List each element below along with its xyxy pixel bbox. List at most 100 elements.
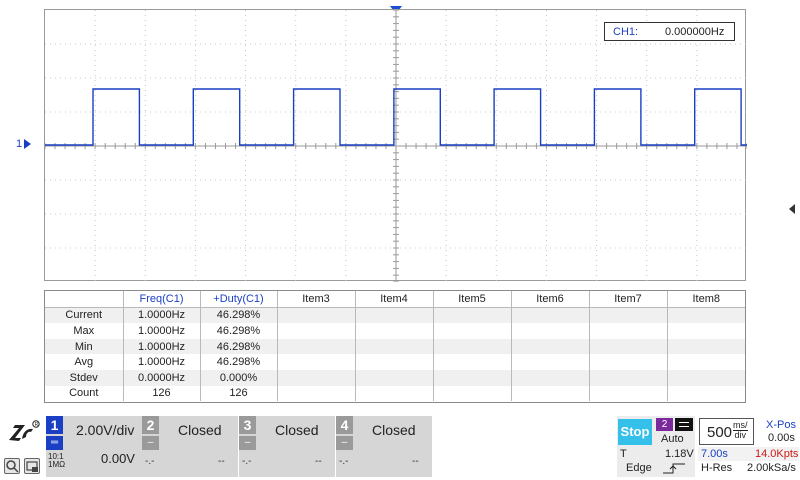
frequency-readout-value: 0.000000Hz [665,25,725,38]
trigger-mode: Auto [661,433,684,445]
empty-cell [510,338,589,355]
memory-depth: 14.0Kpts [755,448,799,460]
empty-cell [666,323,745,339]
xpos-value: 0.00s [768,432,795,444]
freq-value: 0.0000Hz [122,369,200,386]
trigger-panel[interactable]: Stop 2 Auto T 1.18V Edge [617,416,695,477]
ch3-status: Closed [275,422,319,438]
rising-edge-icon [663,463,685,474]
empty-cell [588,307,667,324]
ch1-offset: 0.00V [101,451,135,466]
empty-cell [666,369,745,386]
measurement-header-corner [45,291,123,308]
frequency-readout: CH1: 0.000000Hz [604,22,735,41]
empty-cell [666,385,745,402]
ch1-panel[interactable]: 1 ═ 2.00V/div 0.00V 10:1 1MΩ [46,416,142,477]
empty-cell [588,385,667,402]
svg-text:R: R [35,422,39,428]
measurement-table: Freq(C1) +Duty(C1) Item3 Item4 Item5 Ite… [44,290,746,403]
trigger-type: Edge [626,462,652,474]
empty-cell [510,307,589,324]
timebase-unit: ms/ div [733,421,748,440]
empty-cell [354,385,433,402]
zlg-logo-icon: R [9,420,40,441]
empty-cell [432,307,511,324]
measurement-header-duty[interactable]: +Duty(C1) [199,291,277,308]
measurement-header-item3[interactable]: Item3 [276,291,355,308]
empty-cell [354,323,433,339]
measurement-header-item6[interactable]: Item6 [510,291,589,308]
empty-cell [276,323,355,339]
timebase-scale: 500 [707,424,733,441]
empty-cell [588,338,667,355]
empty-cell [588,323,667,339]
ch2-status: Closed [178,422,222,438]
side-menu-arrow-icon[interactable] [789,204,795,214]
ch4-panel[interactable]: 4 – Closed -.- -- [336,416,432,477]
trigger-coupling-icon [675,418,693,431]
row-label: Max [73,324,95,337]
empty-cell [510,354,589,370]
empty-cell [588,354,667,370]
ch2-dash-left: -.- [145,456,155,467]
ch1-coupling-icon: ═ [46,436,63,450]
ch2-panel[interactable]: 2 – Closed -.- -- [142,416,238,477]
table-row: Stdev 0.0000Hz 0.000% [45,369,745,386]
frequency-readout-label: CH1: [613,25,639,38]
ch4-coupling-icon: – [336,436,353,450]
empty-cell [666,354,745,370]
empty-cell [432,354,511,370]
empty-cell [354,369,433,386]
empty-cell [432,323,511,339]
time-window: 7.00s [701,448,728,460]
empty-cell [276,354,355,370]
empty-cell [510,385,589,402]
timebase-scale-box[interactable]: 500 ms/ div [699,418,754,445]
ch4-number: 4 [336,416,353,434]
empty-cell [432,338,511,355]
duty-value: 46.298% [199,354,277,370]
zoom-icon[interactable] [4,458,20,474]
screenshot-icon[interactable] [24,458,40,474]
measurement-header-item8[interactable]: Item8 [666,291,745,308]
freq-value: 1.0000Hz [122,338,200,355]
ch1-number: 1 [46,416,63,434]
freq-value: 126 [122,385,200,402]
waveform-grid [45,10,747,282]
measurement-header-item7[interactable]: Item7 [588,291,667,308]
empty-cell [588,369,667,386]
duty-value: 0.000% [199,369,277,386]
empty-cell [276,307,355,324]
empty-cell [510,369,589,386]
measurement-header-item5[interactable]: Item5 [432,291,511,308]
ch3-panel[interactable]: 3 – Closed -.- -- [239,416,335,477]
table-row: Min 1.0000Hz 46.298% [45,338,745,355]
sample-rate: 2.00kSa/s [747,462,796,474]
ch1-scale: 2.00V/div [76,422,135,438]
empty-cell [276,338,355,355]
xpos-label: X-Pos [766,419,796,431]
table-row: Count 126 126 [45,385,745,402]
measurement-header-item4[interactable]: Item4 [354,291,433,308]
ch3-dash-right: -- [315,456,322,467]
ch1-level-marker[interactable]: 1 [16,138,32,150]
timebase-panel[interactable]: 500 ms/ div X-Pos 0.00s 7.00s 14.0Kpts H… [697,416,800,477]
ch1-impedance: 1MΩ [48,460,66,469]
measurement-header-freq[interactable]: Freq(C1) [122,291,200,308]
trigger-t-label: T [620,448,627,460]
empty-cell [276,385,355,402]
row-label: Min [45,338,123,355]
run-stop-button[interactable]: Stop [618,419,652,445]
ch3-coupling-icon: – [239,436,256,450]
acquisition-mode: H-Res [701,462,733,474]
row-label: Count [69,387,99,400]
table-row: Avg 1.0000Hz 46.298% [45,354,745,370]
freq-value: 1.0000Hz [122,354,200,370]
ch1-level-label: 1 [16,138,23,150]
duty-value: 126 [199,385,277,402]
empty-cell [276,369,355,386]
duty-value: 46.298% [199,338,277,355]
waveform-display[interactable] [44,9,747,282]
ch2-coupling-icon: – [142,436,159,450]
freq-value: 1.0000Hz [122,323,200,339]
